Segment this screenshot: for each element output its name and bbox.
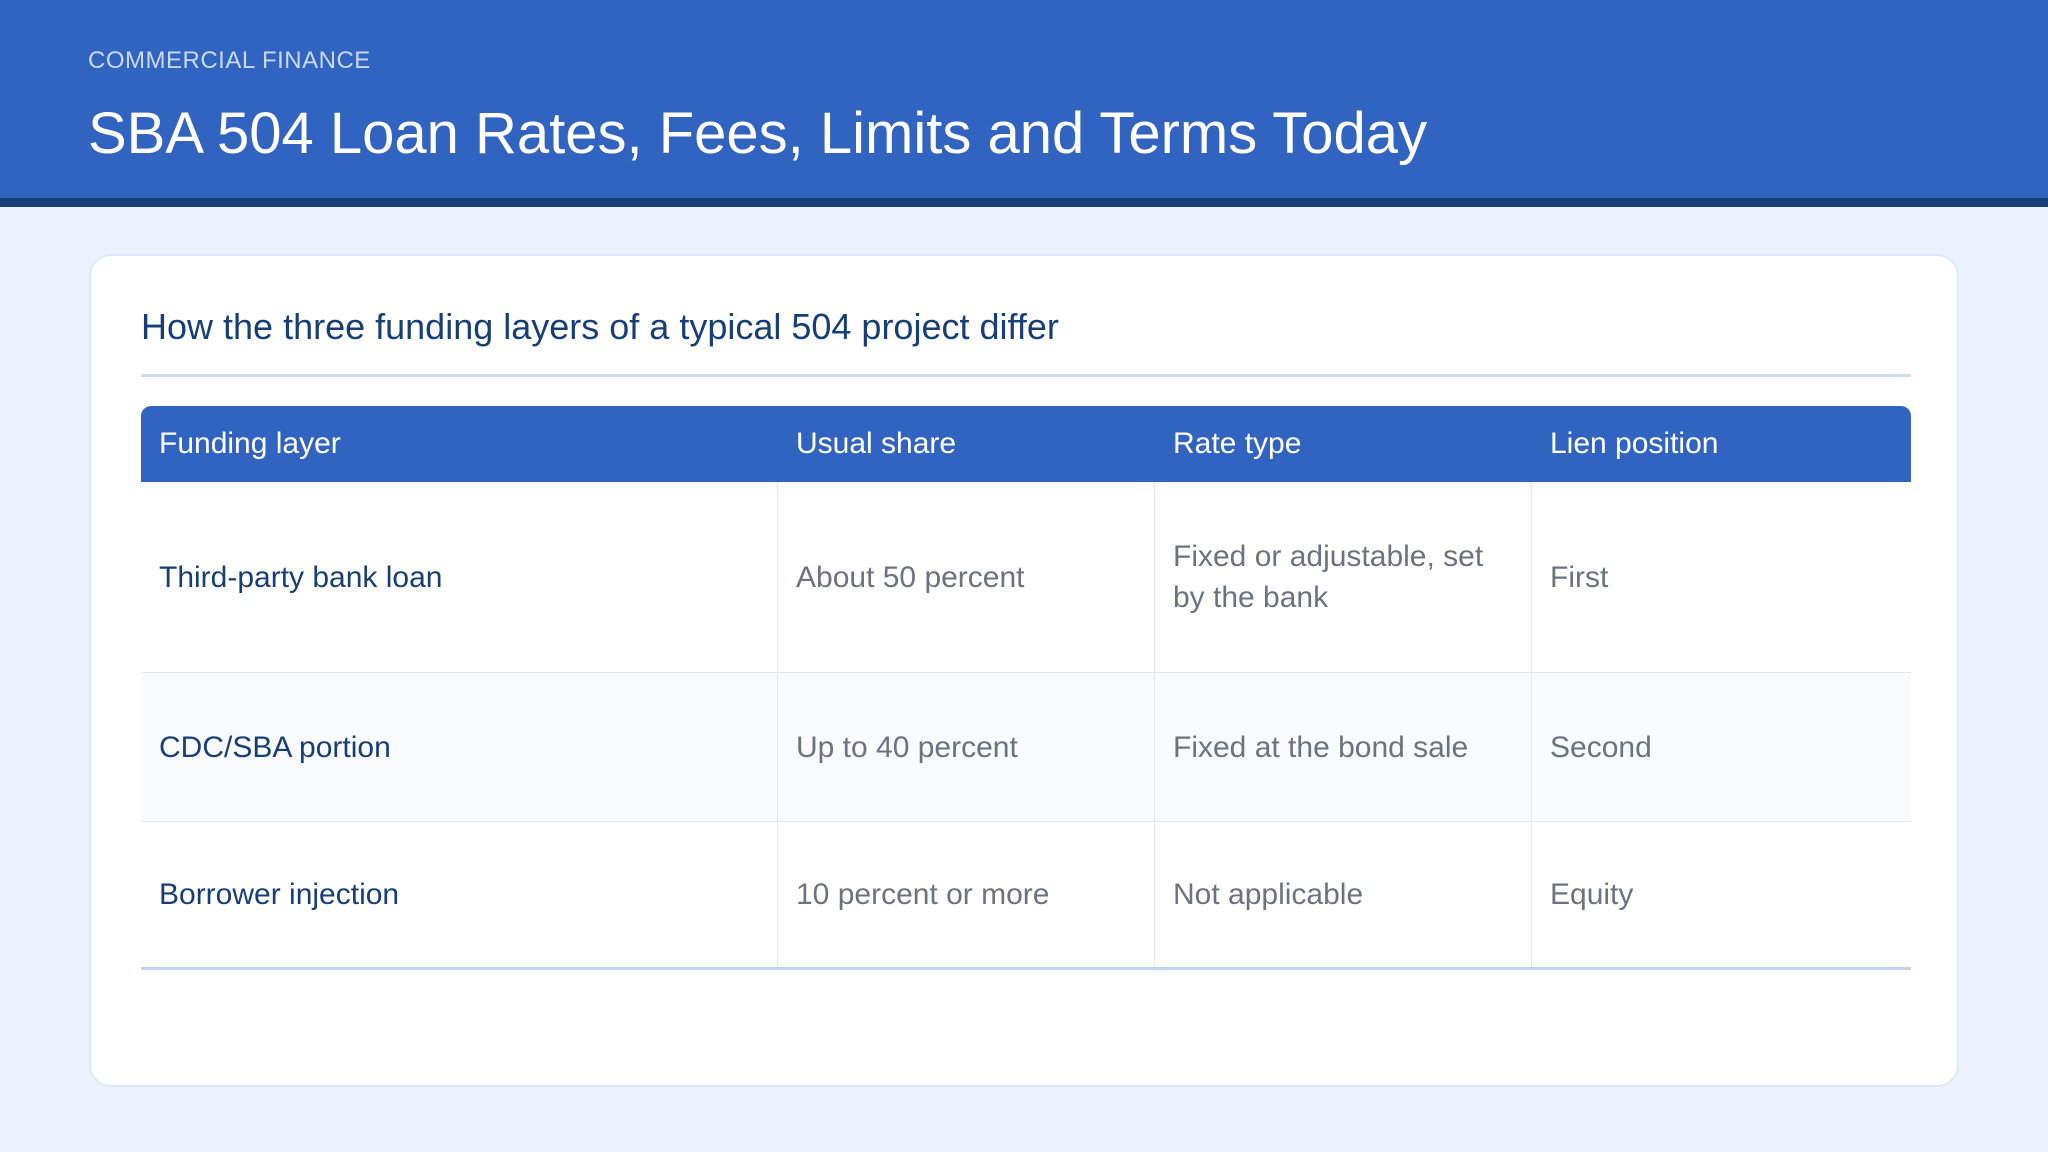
page-header: COMMERCIAL FINANCE SBA 504 Loan Rates, F… [0, 0, 2048, 207]
usual-share-cell: Up to 40 percent [778, 673, 1155, 821]
rate-type-cell: Fixed at the bond sale [1155, 673, 1532, 821]
column-header-rate-type: Rate type [1173, 427, 1302, 460]
table-row: Third-party bank loan About 50 percent F… [141, 482, 1911, 673]
page-title: SBA 504 Loan Rates, Fees, Limits and Ter… [88, 101, 1428, 166]
funding-layers-table: Funding layer Usual share Rate type Lien… [141, 406, 1911, 970]
lien-position-cell: Second [1550, 730, 1652, 764]
column-header-funding-layer: Funding layer [159, 427, 341, 460]
category-kicker: COMMERCIAL FINANCE [88, 47, 371, 74]
rate-type-cell: Not applicable [1155, 822, 1532, 967]
usual-share-cell: About 50 percent [778, 482, 1155, 672]
usual-share-cell: 10 percent or more [778, 822, 1155, 967]
table-row: CDC/SBA portion Up to 40 percent Fixed a… [141, 673, 1911, 822]
lien-position-cell: First [1550, 560, 1609, 594]
funding-layer-cell: Borrower injection [141, 822, 778, 967]
column-header-lien-position: Lien position [1550, 427, 1719, 460]
rate-type-cell: Fixed or adjustable, set by the bank [1155, 482, 1532, 672]
lien-position-cell: Equity [1550, 878, 1634, 911]
column-header-usual-share: Usual share [796, 427, 957, 460]
content-card: How the three funding layers of a typica… [89, 254, 1959, 1087]
table-header-row: Funding layer Usual share Rate type Lien… [141, 406, 1911, 482]
funding-layer-cell: CDC/SBA portion [141, 673, 778, 821]
title-divider [141, 374, 1911, 377]
card-title: How the three funding layers of a typica… [141, 306, 1059, 347]
table-row: Borrower injection 10 percent or more No… [141, 822, 1911, 970]
funding-layer-cell: Third-party bank loan [141, 482, 778, 672]
